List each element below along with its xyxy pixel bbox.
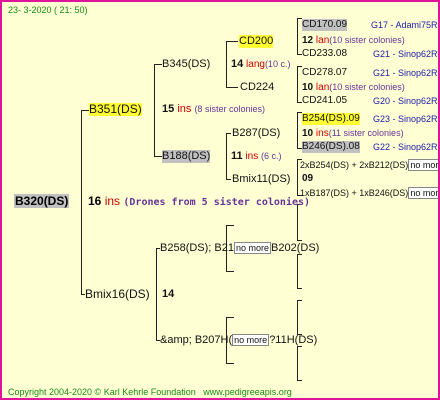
root-info: 16 ins (Drones from 5 sister colonies) [88,194,311,208]
gen4-meta: G21 - Sinop62R [373,68,438,78]
gen4-meta: G22 - Sinop62R [373,142,438,152]
father-vertical-line [154,64,155,156]
header-date: 23- 3-2020 ( 21: 50) [8,5,88,15]
cd224-node[interactable]: CD224 [240,81,274,94]
gen4-node[interactable]: CD278.07 [302,67,347,79]
no-more-badge: no more [232,334,270,346]
b287-node[interactable]: B287(DS) [232,127,280,140]
father-node[interactable]: B351(DS) [89,103,142,116]
pedigree-frame: 23- 3-2020 ( 21: 50) B320(DS) 16 ins (Dr… [0,0,440,400]
cd200-node[interactable]: CD200 [239,35,274,48]
mother-vertical-line [156,248,157,340]
footer-copyright: Copyright 2004-2020 © Karl Kehrle Founda… [8,387,292,397]
gen4-meta: G20 - Sinop62R [373,96,438,106]
root-node[interactable]: B320(DS) [14,194,70,208]
b345-node[interactable]: B345(DS) [162,58,210,71]
b345-info: 14 lang(10 c.) [231,58,291,70]
footer-site-link[interactable]: www.pedigreeapis.org [203,387,292,397]
b258-node[interactable]: B258(DS); B21 no more B202(DS) [160,242,319,255]
gen4-node[interactable]: CD241.05 [302,95,347,107]
bmix11-count: 09 [302,173,314,184]
gen4-info: 10 ins(11 sister colonies) [302,128,404,139]
mother-node[interactable]: Bmix16(DS) [85,288,150,301]
father-info: 15 ins (8 sister colonies) [162,103,265,115]
gen4-node[interactable]: B254(DS).09 [302,113,360,125]
b188-info: 11 ins (6 c.) [231,150,282,162]
gen4-meta: G23 - Sinop62R [373,114,438,124]
gen4-info: 10 lan(10 sister colonies) [302,82,405,93]
b188-node[interactable]: B188(DS) [162,150,211,163]
b207-node[interactable]: &amp; B207H(no more ?11H(DS) [160,334,317,347]
bmix11-first-line: 2xB254(DS) + 2xB212(DS)no more [300,159,438,171]
gen4-info: 12 lan(10 sister colonies) [302,35,405,46]
bmix11-node[interactable]: Bmix11(DS) [232,173,290,186]
root-vertical-line [81,110,82,294]
gen4-meta: G21 - Sinop62R [373,49,438,59]
line-to-father [81,110,89,111]
no-more-badge: no more [408,187,438,199]
bmix11-second-line: 1xB187(DS) + 1xB246(DS)no more [300,187,438,199]
mother-count: 14 [162,288,175,300]
gen4-node[interactable]: B246(DS).08 [302,141,360,153]
no-more-badge: no more [408,159,438,171]
gen4-meta: G17 - Adami75R [371,20,438,30]
gen4-node[interactable]: CD170.09 [302,19,348,31]
no-more-badge: no more [233,242,272,254]
gen4-node[interactable]: CD233.08 [302,48,347,60]
